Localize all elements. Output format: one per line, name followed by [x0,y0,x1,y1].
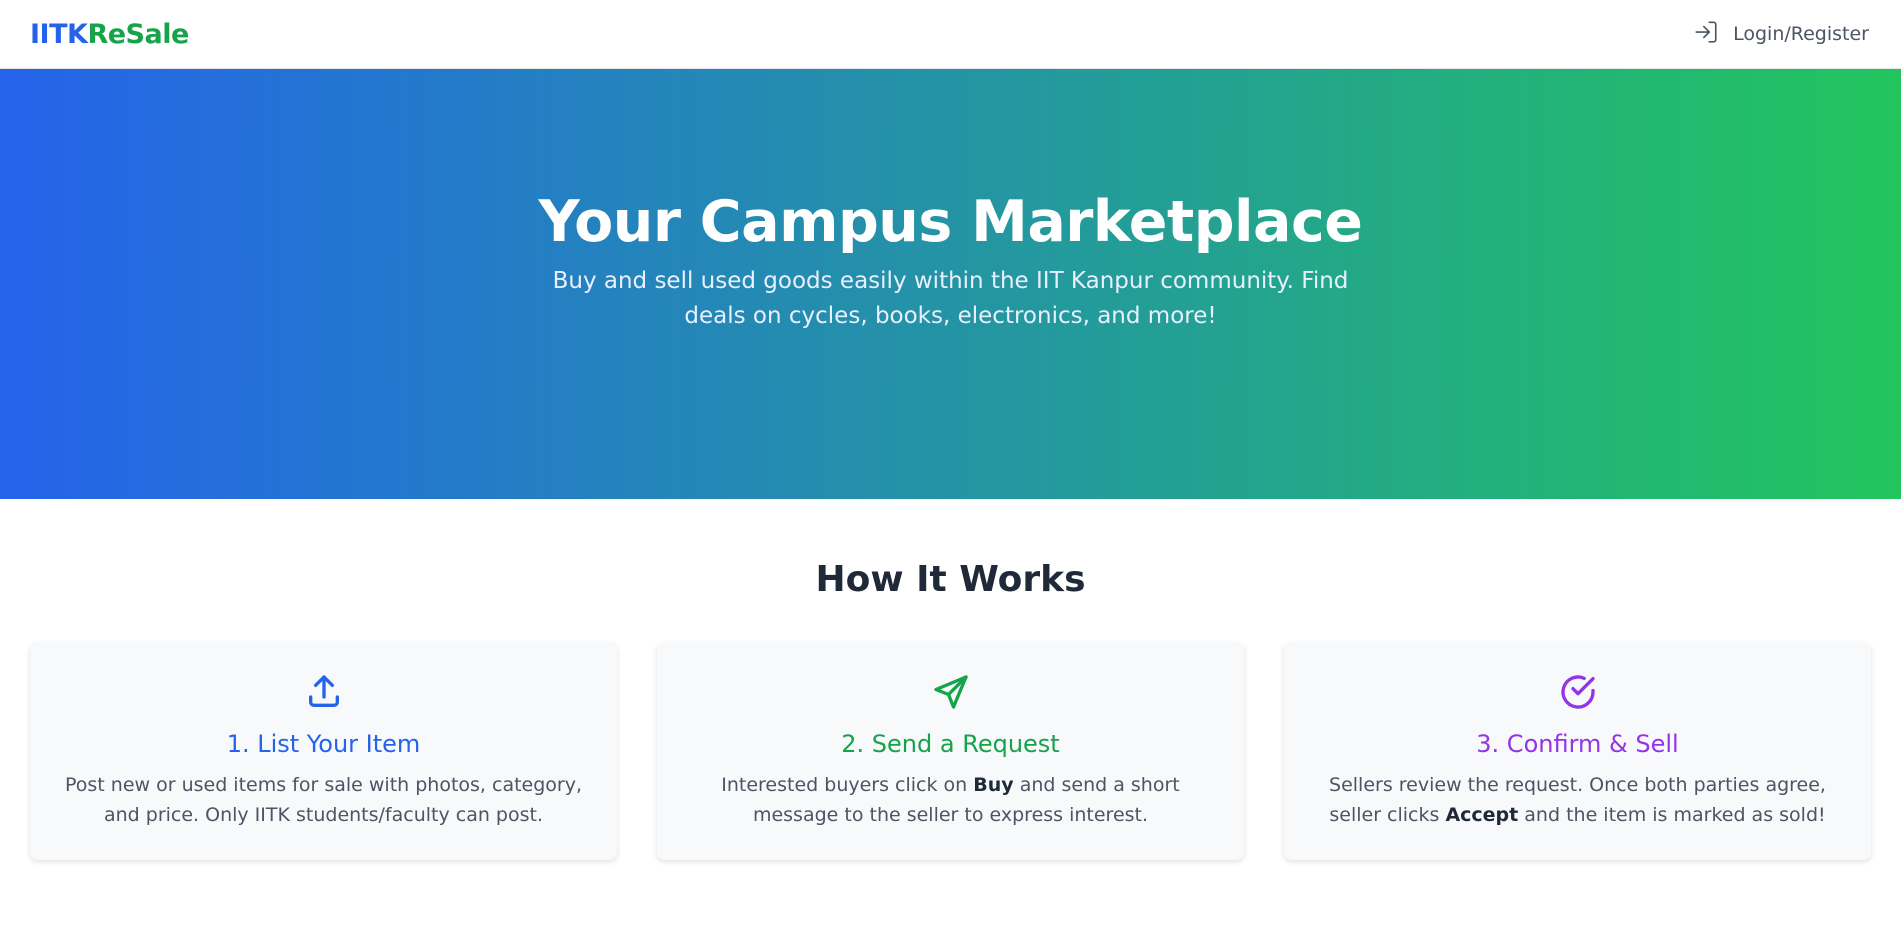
upload-icon [304,672,344,716]
step-desc-text: Interested buyers click on [721,774,974,796]
step-desc-text: and the item is marked as sold! [1518,804,1826,826]
step-description: Sellers review the request. Once both pa… [1308,770,1848,830]
step-title: 2. Send a Request [841,730,1060,758]
hero-banner: Your Campus Marketplace Buy and sell use… [0,69,1901,499]
how-it-works-section: How It Works 1. List Your Item Post new … [0,499,1901,860]
step-description: Interested buyers click on Buy and send … [681,770,1221,830]
step-desc-bold: Accept [1445,804,1519,826]
how-it-works-title: How It Works [815,559,1086,600]
login-icon [1693,19,1719,50]
step-card-send-request: 2. Send a Request Interested buyers clic… [657,642,1244,860]
logo-part-resale: ReSale [87,18,189,50]
logo-part-iitk: IITK [30,18,88,50]
steps-cards: 1. List Your Item Post new or used items… [0,642,1901,860]
step-description: Post new or used items for sale with pho… [64,774,583,826]
step-title: 3. Confirm & Sell [1476,730,1679,758]
hero-subtitle: Buy and sell used goods easily within th… [552,267,1349,329]
step-card-list-item: 1. List Your Item Post new or used items… [30,642,617,860]
top-navbar: IITKReSale Login/Register [0,0,1901,69]
check-circle-icon [1558,672,1598,716]
login-register-button[interactable]: Login/Register [1693,19,1871,50]
step-title: 1. List Your Item [226,730,421,758]
hero-title: Your Campus Marketplace [538,189,1363,255]
login-register-label: Login/Register [1733,23,1869,45]
step-card-confirm-sell: 3. Confirm & Sell Sellers review the req… [1284,642,1871,860]
step-desc-bold: Buy [973,774,1014,796]
site-logo[interactable]: IITKReSale [30,19,189,50]
send-icon [931,672,971,716]
